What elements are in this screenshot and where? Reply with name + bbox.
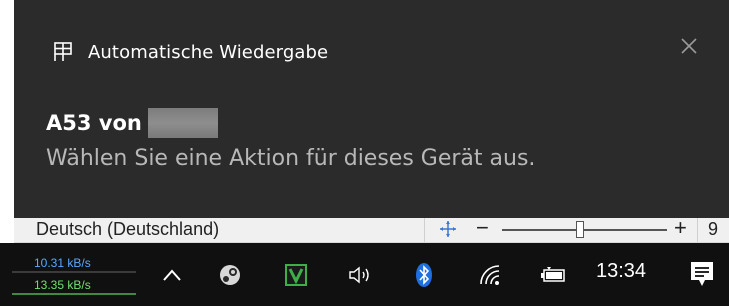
- autoplay-notification[interactable]: Automatische Wiedergabe A53 von Wählen S…: [14, 0, 729, 218]
- action-center-button[interactable]: [688, 259, 716, 293]
- show-hidden-icons-button[interactable]: [156, 243, 188, 306]
- download-speed: 13.35 kB/s: [12, 276, 136, 295]
- zoom-in-button[interactable]: +: [674, 215, 687, 241]
- divider: [424, 218, 425, 242]
- zoom-out-button[interactable]: −: [476, 215, 489, 241]
- bluetooth-icon: [416, 262, 432, 287]
- zoom-slider-thumb[interactable]: [576, 221, 584, 238]
- notification-title-text: A53 von: [46, 111, 142, 135]
- network-speed-widget[interactable]: 10.31 kB/s 13.35 kB/s: [12, 251, 136, 297]
- layout-crosshair-icon[interactable]: [439, 220, 457, 238]
- language-label[interactable]: Deutsch (Deutschland): [36, 218, 219, 240]
- download-speed-text: 13.35 kB/s: [34, 278, 91, 292]
- redacted-device-name: [147, 108, 218, 138]
- autoplay-icon: [54, 42, 72, 61]
- steam-icon: [220, 264, 240, 285]
- battery-icon: [541, 266, 565, 282]
- wifi-tray-button[interactable]: [474, 243, 506, 306]
- notification-header: Automatische Wiedergabe: [52, 40, 328, 64]
- notification-body: Wählen Sie eine Aktion für dieses Gerät …: [46, 146, 536, 171]
- close-icon: [681, 38, 697, 54]
- taskbar-clock[interactable]: 13:34: [596, 260, 646, 283]
- download-meter: [12, 293, 136, 295]
- language-bar: Deutsch (Deutschland) − + 9: [14, 215, 729, 243]
- speaker-icon: [349, 266, 369, 283]
- zoom-slider-track[interactable]: [502, 229, 667, 231]
- upload-speed-text: 10.31 kB/s: [34, 256, 91, 270]
- zoom-level: 9: [708, 219, 719, 239]
- wifi-icon: [480, 264, 500, 285]
- battery-tray-button[interactable]: [538, 243, 570, 306]
- divider: [697, 218, 698, 242]
- action-center-icon: [691, 262, 713, 286]
- taskbar: 10.31 kB/s 13.35 kB/s 13:34: [0, 243, 729, 306]
- upload-speed: 10.31 kB/s: [12, 254, 136, 273]
- notification-title: A53 von: [46, 108, 218, 138]
- notification-app-name: Automatische Wiedergabe: [88, 41, 329, 63]
- bluetooth-tray-button[interactable]: [410, 243, 438, 306]
- upload-meter: [12, 271, 136, 273]
- chevron-up-icon: [163, 268, 181, 281]
- close-button[interactable]: [677, 34, 701, 58]
- steam-tray-button[interactable]: [214, 243, 246, 306]
- volume-tray-button[interactable]: [344, 243, 378, 306]
- veeam-tray-button[interactable]: [280, 243, 312, 306]
- veeam-icon: [285, 263, 307, 286]
